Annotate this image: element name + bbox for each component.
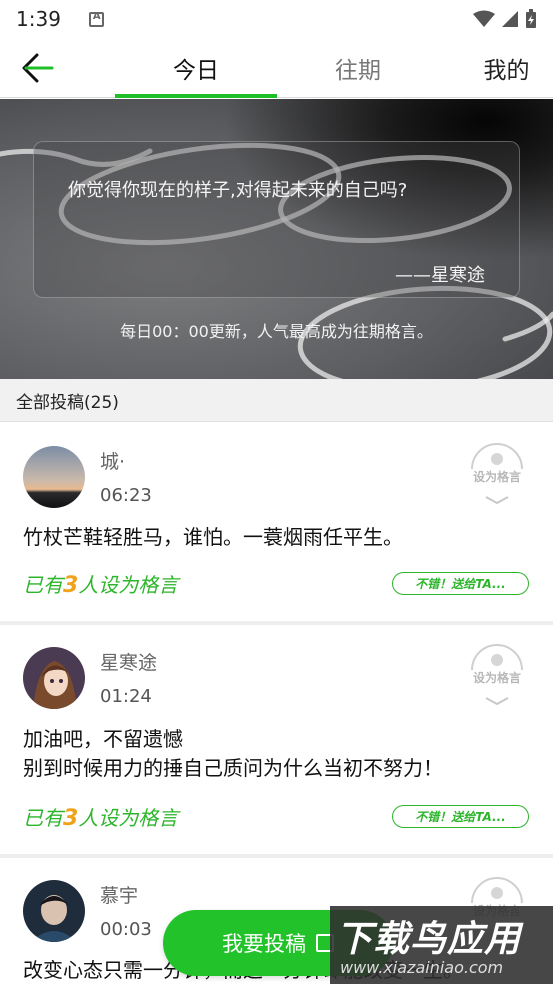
motto-suffix: 人设为格言 xyxy=(78,573,179,597)
post-item: 星寒途 01:24 设为格言 加油吧，不留遗憾 别到时候用力的捶自己质问为什么当… xyxy=(0,625,553,858)
set-motto-label: 设为格言 xyxy=(472,671,521,685)
avatar[interactable] xyxy=(23,446,85,508)
motto-count-text: 已有3人设为格言 xyxy=(23,802,178,831)
post-content: 加油吧，不留遗憾 别到时候用力的捶自己质问为什么当初不努力！ xyxy=(23,727,443,780)
top-nav: 今日 往期 我的 xyxy=(0,38,553,98)
set-motto-label: 设为格言 xyxy=(472,470,521,484)
avatar-image xyxy=(23,647,85,709)
battery-icon xyxy=(526,9,536,28)
all-submissions-header: 全部投稿(25) xyxy=(0,379,553,422)
motto-count-text: 已有3人设为格言 xyxy=(23,569,178,598)
watermark: 下载鸟应用 www.xiazainiao.com xyxy=(330,906,553,984)
quote-card: 你觉得你现在的样子,对得起未来的自己吗? ——星寒途 xyxy=(33,141,520,298)
tab-today[interactable]: 今日 xyxy=(115,38,277,98)
post-time: 01:24 xyxy=(100,686,152,707)
give-motto-button[interactable]: 不错！送给TA... xyxy=(392,805,529,828)
status-icons xyxy=(473,9,537,29)
signal-icon xyxy=(502,11,518,27)
quote-author: ——星寒途 xyxy=(395,265,485,286)
daily-quote: 你觉得你现在的样子,对得起未来的自己吗? xyxy=(68,180,408,201)
avatar-image xyxy=(23,880,85,942)
update-note: 每日00：00更新，人气最高成为往期格言。 xyxy=(120,322,433,341)
username: 城· xyxy=(100,451,126,473)
set-as-motto-button[interactable]: 设为格言 xyxy=(464,439,530,505)
post-time: 00:03 xyxy=(100,919,152,940)
tab-mine[interactable]: 我的 xyxy=(460,38,553,98)
status-bar: 1:39 xyxy=(0,0,553,38)
active-tab-indicator xyxy=(115,94,277,98)
avatar-image xyxy=(23,446,85,508)
avatar[interactable] xyxy=(23,647,85,709)
status-time: 1:39 xyxy=(16,7,61,31)
motto-suffix: 人设为格言 xyxy=(78,806,179,830)
motto-prefix: 已有 xyxy=(23,806,63,830)
give-motto-button[interactable]: 不错！送给TA... xyxy=(392,572,529,595)
motto-count: 3 xyxy=(63,573,79,598)
post-item: 城· 06:23 设为格言 竹杖芒鞋轻胜马，谁怕。一蓑烟雨任平生。 已有3人设为… xyxy=(0,423,553,625)
username: 慕宇 xyxy=(100,885,139,907)
motto-count: 3 xyxy=(63,806,79,831)
motto-prefix: 已有 xyxy=(23,573,63,597)
post-time: 06:23 xyxy=(100,485,152,506)
watermark-title: 下载鸟应用 xyxy=(336,919,522,960)
quote-banner: 你觉得你现在的样子,对得起未来的自己吗? ——星寒途 每日00：00更新，人气最… xyxy=(0,99,553,379)
username: 星寒途 xyxy=(100,652,158,674)
wifi-icon xyxy=(473,10,495,27)
watermark-url: www.xiazainiao.com xyxy=(340,958,504,977)
arrow-left-icon xyxy=(22,53,54,83)
back-button[interactable] xyxy=(18,50,58,86)
tab-past[interactable]: 往期 xyxy=(290,38,426,98)
notification-icon xyxy=(88,11,104,27)
set-as-motto-button[interactable]: 设为格言 xyxy=(464,640,530,706)
submit-label: 我要投稿 xyxy=(222,932,306,956)
post-content: 竹杖芒鞋轻胜马，谁怕。一蓑烟雨任平生。 xyxy=(23,525,403,549)
avatar[interactable] xyxy=(23,880,85,942)
